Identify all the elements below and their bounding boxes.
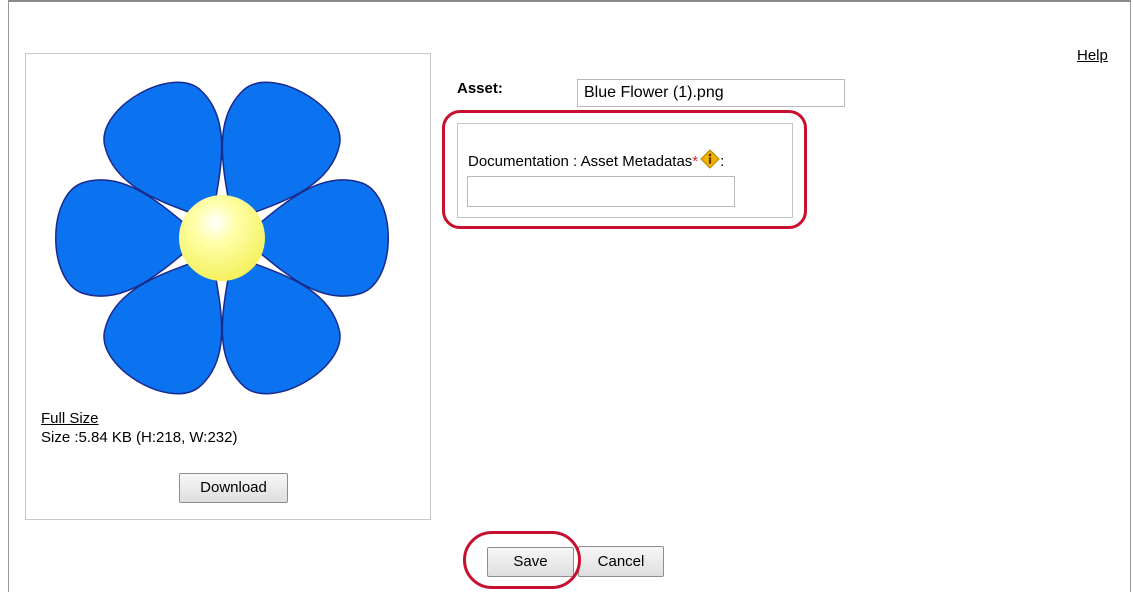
- info-icon[interactable]: [700, 149, 720, 169]
- cancel-button[interactable]: Cancel: [578, 546, 664, 577]
- metadata-label-text: Documentation : Asset Metadatas: [468, 153, 693, 170]
- metadata-input[interactable]: [467, 176, 735, 207]
- asset-label: Asset:: [457, 80, 503, 97]
- asset-preview-panel: Full Size Size :5.84 KB (H:218, W:232) D…: [25, 53, 431, 520]
- download-button[interactable]: Download: [179, 473, 288, 503]
- flower-center: [179, 195, 265, 281]
- metadata-label: Documentation : Asset Metadatas*:: [468, 149, 724, 170]
- label-suffix: :: [720, 153, 725, 170]
- required-marker: *: [692, 153, 699, 170]
- asset-name-field[interactable]: [577, 79, 845, 107]
- metadata-section: Documentation : Asset Metadatas*:: [457, 123, 793, 218]
- blue-flower-image: [55, 81, 389, 395]
- help-link[interactable]: Help: [1077, 47, 1108, 64]
- save-button[interactable]: Save: [487, 547, 574, 577]
- full-size-link[interactable]: Full Size: [41, 410, 99, 427]
- file-size-info: Size :5.84 KB (H:218, W:232): [41, 429, 238, 446]
